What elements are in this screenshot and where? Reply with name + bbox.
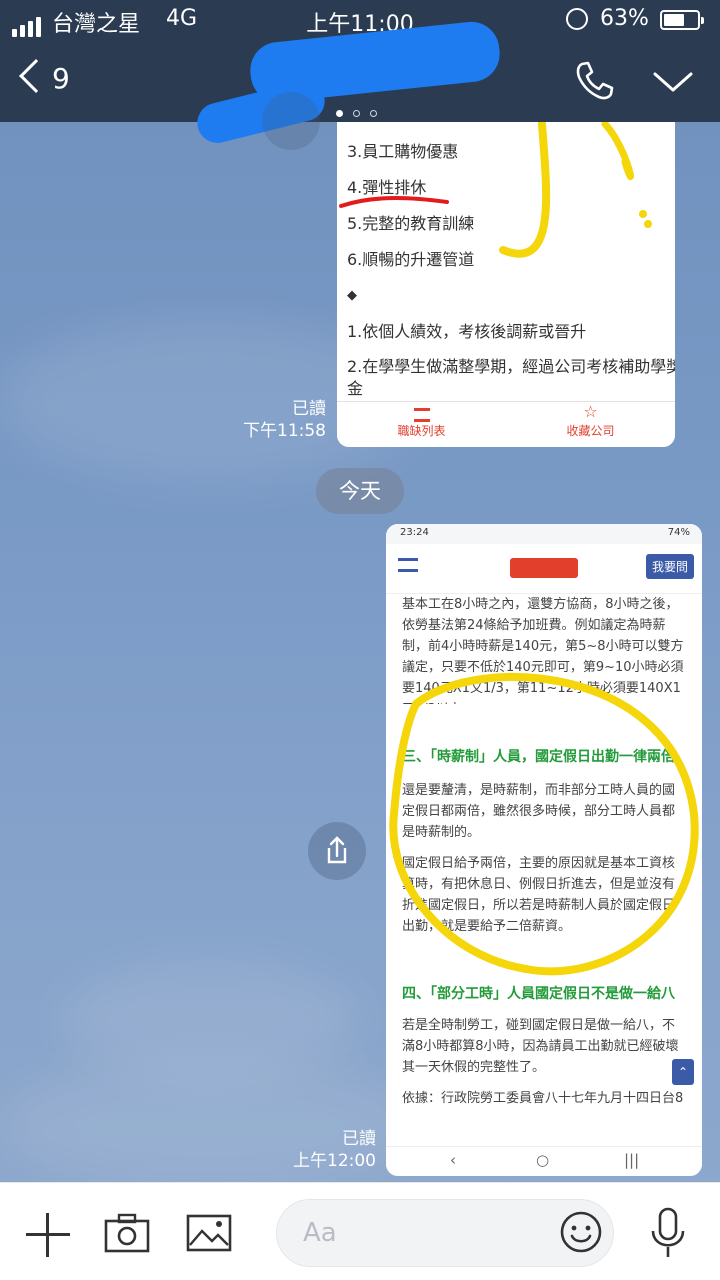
- ask-button[interactable]: 我要問: [645, 554, 694, 579]
- share-icon: [327, 836, 347, 864]
- message-meta: 已讀 下午11:58: [230, 398, 326, 442]
- yellow-scribble: [339, 122, 652, 258]
- read-receipt: 已讀: [342, 1129, 376, 1149]
- read-receipt: 已讀: [292, 399, 326, 419]
- scroll-top-button[interactable]: ⌃: [672, 1059, 694, 1085]
- list-icon: [413, 408, 430, 422]
- footer-label: 職缺列表: [397, 424, 446, 438]
- image-message-benefits[interactable]: 3.員工購物優惠 4.彈性排休 5.完整的教育訓練 6.順暢的升遷管道 ◆ 1.…: [337, 122, 675, 447]
- image-icon[interactable]: [186, 1213, 232, 1253]
- site-header: 我要問: [386, 544, 702, 594]
- rotation-lock-icon: [566, 8, 588, 30]
- input-placeholder: Aa: [303, 1218, 337, 1248]
- chevron-left-icon: [19, 59, 53, 93]
- share-button[interactable]: [262, 92, 320, 150]
- microphone-icon[interactable]: [648, 1205, 688, 1261]
- nav-back-icon[interactable]: ‹: [450, 1151, 456, 1169]
- back-button[interactable]: 9: [14, 56, 74, 106]
- camera-icon[interactable]: [104, 1213, 150, 1253]
- site-logo: [510, 558, 578, 578]
- phone-status-bar: 23:24 74%: [386, 524, 702, 544]
- message-meta: 已讀 上午12:00: [280, 1128, 376, 1172]
- input-bar: Aa: [0, 1182, 720, 1280]
- message-input[interactable]: Aa: [276, 1199, 614, 1267]
- star-icon: ☆: [583, 402, 598, 421]
- image-footer-bar: 職缺列表 ☆ 收藏公司: [337, 401, 675, 447]
- footer-label: 收藏公司: [566, 424, 615, 438]
- nav-home-icon[interactable]: ○: [536, 1151, 549, 1169]
- battery-icon: [660, 10, 704, 30]
- unread-count: 9: [52, 62, 70, 95]
- yellow-circle-highlight: [389, 672, 699, 976]
- article-heading: 四、「部分工時」人員國定假日不是做一給八: [402, 986, 675, 1002]
- phone-nav-bar: ‹ ○ |||: [386, 1146, 702, 1176]
- page-dots: [336, 102, 387, 121]
- share-button[interactable]: [308, 822, 366, 880]
- phone-icon[interactable]: [572, 58, 618, 102]
- nav-recent-icon[interactable]: |||: [624, 1151, 639, 1169]
- article-paragraph: 若是全時制勞工，碰到國定假日是做一給八，不滿8小時都算8小時，因為請員工出勤就已…: [402, 1018, 679, 1075]
- chat-header: 台灣之星 4G 上午11:00 63% 9: [0, 0, 720, 122]
- menu-icon[interactable]: [398, 558, 418, 572]
- battery-percent: 63%: [600, 6, 649, 31]
- date-separator: 今天: [316, 468, 404, 514]
- plus-icon[interactable]: [24, 1211, 72, 1259]
- chevron-down-icon[interactable]: [650, 62, 696, 102]
- message-time: 上午12:00: [293, 1151, 376, 1171]
- article-paragraph: 依據：行政院勞工委員會八十七年九月十四日台8: [402, 1091, 684, 1106]
- image-message-article[interactable]: 23:24 74% 我要問 基本工在8小時之內，還雙方協商，8小時之後，依勞基法…: [386, 524, 702, 1176]
- emoji-icon[interactable]: [559, 1210, 603, 1254]
- message-time: 下午11:58: [243, 421, 326, 441]
